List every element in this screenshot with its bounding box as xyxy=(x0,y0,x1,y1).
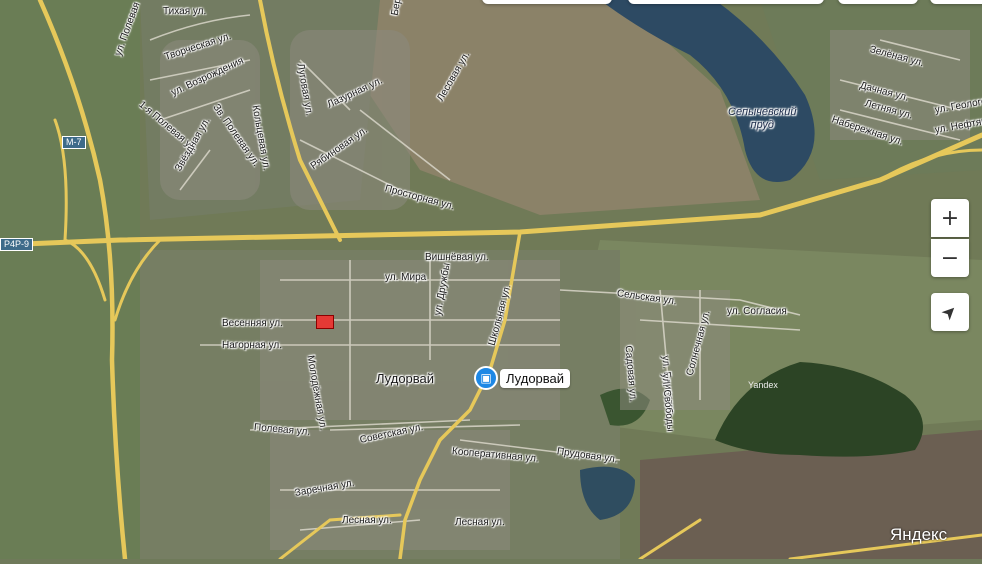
location-pin[interactable] xyxy=(316,315,334,329)
zoom-in-button[interactable]: + xyxy=(931,199,969,237)
watermark-small: Yandex xyxy=(748,380,778,390)
road-shield-r4r9: Р4Р-9 xyxy=(0,238,34,251)
street-label: Нагорная ул. xyxy=(222,340,283,351)
pond-label: Сепычевский пруд xyxy=(728,106,797,131)
marker-label: Лудорвай xyxy=(500,368,571,388)
top-control-4[interactable] xyxy=(930,0,982,4)
street-label: Вишнёвая ул. xyxy=(425,252,489,263)
yandex-logo: Яндекс xyxy=(890,525,948,544)
satellite-map[interactable]: М-7 Р4Р-9 Тихая ул. ул. Полевая Творческ… xyxy=(0,0,982,562)
street-label: Весенняя ул. xyxy=(222,318,283,329)
street-label: Тихая ул. xyxy=(163,6,207,17)
top-control-3[interactable] xyxy=(838,0,918,4)
place-name: Лудорвай xyxy=(376,371,435,386)
map-imagery xyxy=(0,0,982,562)
street-label: ул. Мира xyxy=(385,272,427,283)
street-label: Лесная ул. xyxy=(342,515,392,526)
bus-stop-icon: ▣ xyxy=(474,366,498,390)
street-label: Лесная ул. xyxy=(455,517,505,528)
top-control-2[interactable] xyxy=(628,0,824,4)
zoom-out-button[interactable]: − xyxy=(931,239,969,277)
top-control-1[interactable] xyxy=(482,0,612,4)
locate-button[interactable]: ➤ xyxy=(931,293,969,331)
street-label: ул. Согласия xyxy=(727,306,787,317)
navigation-arrow-icon: ➤ xyxy=(937,299,963,325)
road-shield-m7: М-7 xyxy=(62,136,86,149)
settlement-marker[interactable]: ▣ Лудорвай xyxy=(474,366,571,390)
